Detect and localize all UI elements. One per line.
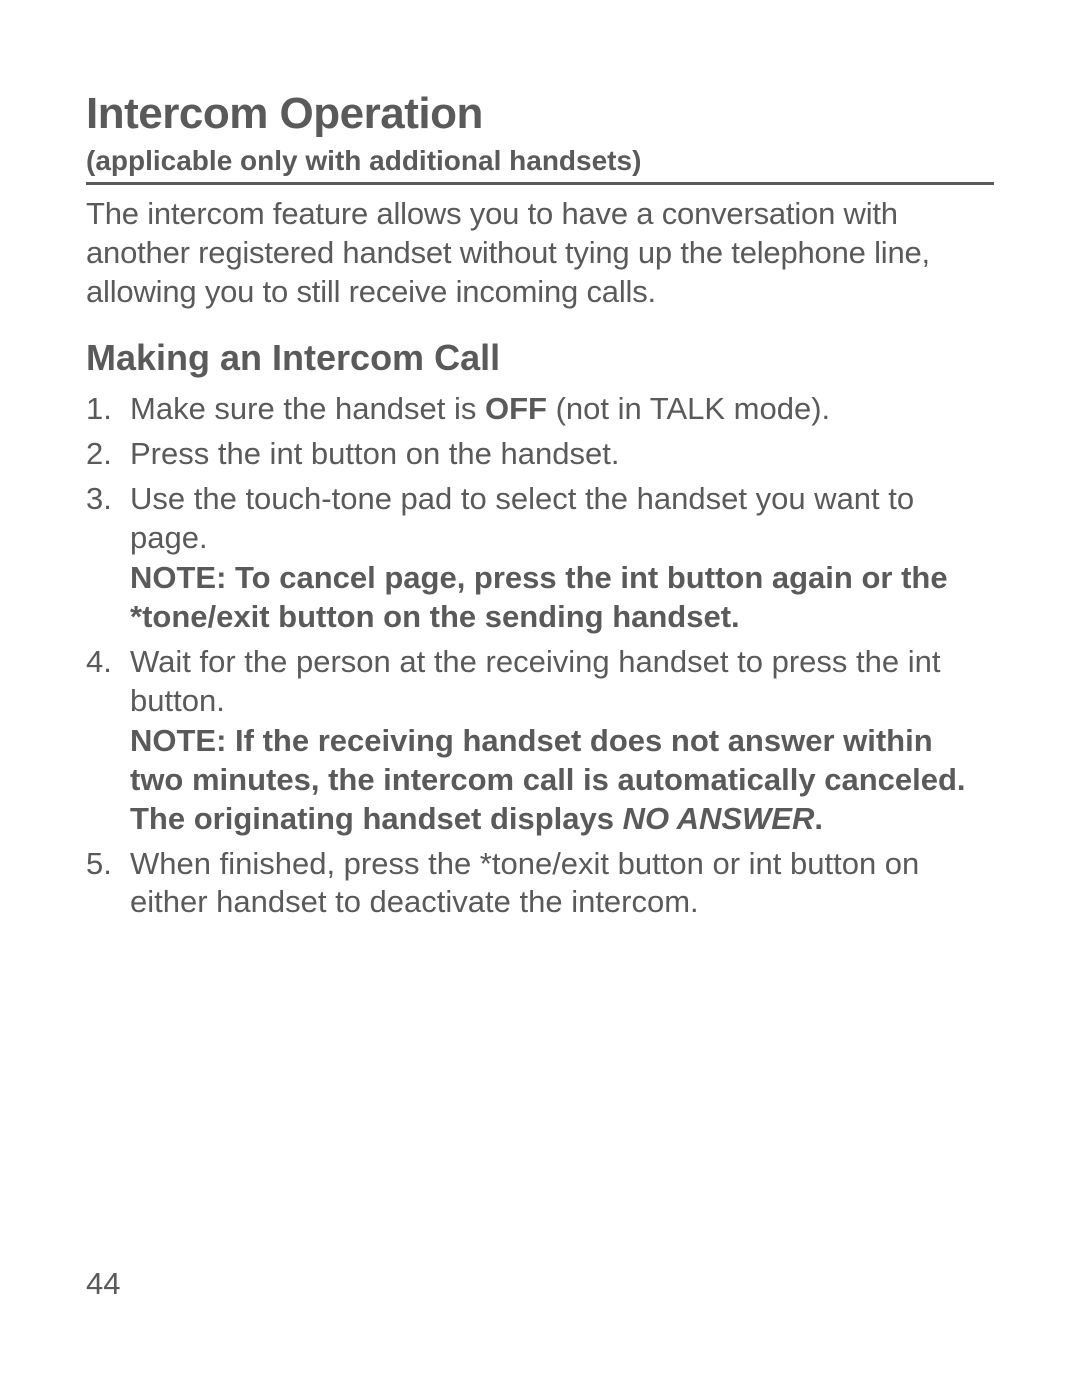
manual-page: Intercom Operation (applicable only with… — [0, 0, 1080, 1374]
steps-list: Make sure the handset is OFF (not in TAL… — [86, 390, 994, 922]
step-1-text-a: Make sure the handset is — [130, 391, 485, 426]
step-1-off: OFF — [485, 391, 547, 426]
step-1: Make sure the handset is OFF (not in TAL… — [86, 390, 994, 429]
page-number: 44 — [86, 1265, 120, 1304]
page-subtitle: (applicable only with additional handset… — [86, 143, 994, 178]
step-2: Press the int button on the handset. — [86, 435, 994, 474]
step-3: Use the touch-tone pad to select the han… — [86, 480, 994, 637]
step-5-text: When finished, press the *tone/exit butt… — [130, 846, 919, 920]
step-4-text: Wait for the person at the receiving han… — [130, 644, 940, 718]
step-4-note: NOTE: If the receiving handset does not … — [130, 722, 994, 838]
step-1-text-b: (not in TALK mode). — [547, 391, 830, 426]
intro-paragraph: The intercom feature allows you to have … — [86, 195, 994, 311]
page-header: Intercom Operation (applicable only with… — [86, 86, 994, 185]
step-5: When finished, press the *tone/exit butt… — [86, 845, 994, 923]
step-2-text: Press the int button on the handset. — [130, 436, 619, 471]
step-4-note-a: NOTE: If the receiving handset does not … — [130, 723, 966, 836]
section-title: Making an Intercom Call — [86, 335, 994, 380]
step-3-note: NOTE: To cancel page, press the int butt… — [130, 559, 994, 637]
step-3-text: Use the touch-tone pad to select the han… — [130, 481, 914, 555]
step-4: Wait for the person at the receiving han… — [86, 643, 994, 839]
step-4-note-noanswer: NO ANSWER — [623, 801, 815, 836]
step-4-note-end: . — [814, 801, 823, 836]
page-title: Intercom Operation — [86, 86, 994, 141]
